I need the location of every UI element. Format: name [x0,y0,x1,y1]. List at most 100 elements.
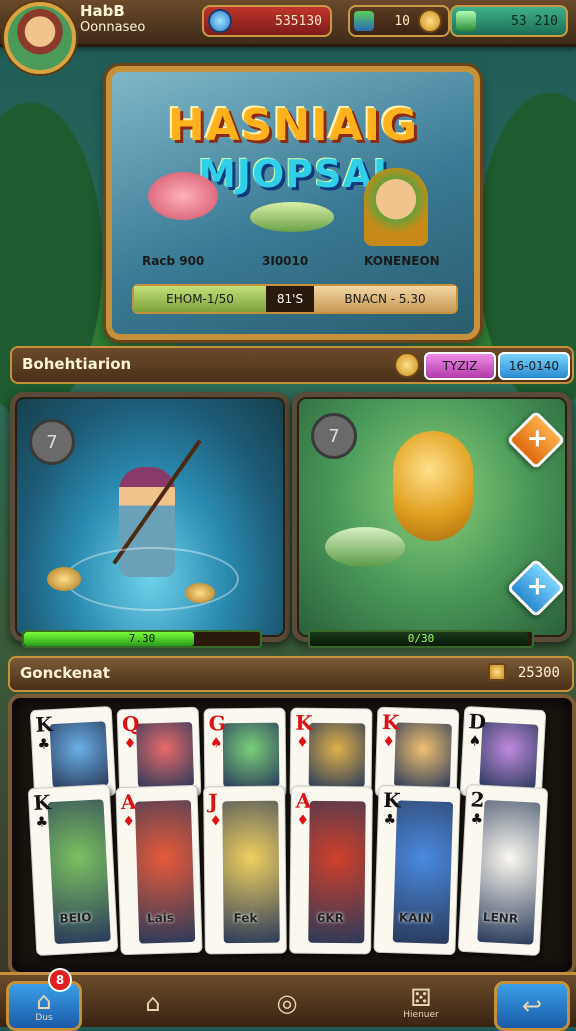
playing-card[interactable]: A ♦ 6KR [289,785,373,955]
card-art [308,722,366,788]
gem-icon [208,9,232,33]
plus-icon: + [526,571,549,602]
coin-pile-icon [185,583,215,603]
progress-bar-right: 0/30 [308,630,534,648]
back-arrow-icon: ↩ [521,992,543,1020]
card-suit: ♦ [296,812,310,829]
card-rank: A [120,789,137,815]
nav-dice-button[interactable]: ⚄ Hienuer [386,981,456,1025]
player-subtitle: Oonnaseo [80,20,146,35]
pink-fish-icon [148,172,218,220]
coin-icon [394,352,420,378]
banner-label-right: KONENEON [364,254,440,268]
top-bar: HabB Oonnaseo 535130 10 53 210 [0,0,576,74]
card-suit: ♣ [35,814,49,831]
card-hand-area: K ♣ Q ♦ G ♠ K ♦ K ♦ D ♠ K ♣ BEIO A ♦ Lais J ♦ Fek A ♦ 6KR K ♣ KAIN… [8,694,576,976]
game-panel-fishing[interactable]: 7 [10,392,290,642]
card-art [136,721,195,788]
card-suit: ♠ [209,735,223,752]
banner-label-center: 3I0010 [262,254,309,268]
coin-icon [488,663,506,681]
card-rank: G [208,711,226,736]
card-rank: 2 [470,787,486,812]
card-rank: Q [121,711,140,737]
bottom-navigation: ⌂ Dus ⌂ ◎ ⚄ Hienuer ↩ [0,972,576,1031]
banner-stat-center: 81'S [276,292,304,306]
gold-coin-icon [418,9,442,33]
playing-card[interactable]: 2 ♣ LENR [457,783,549,957]
golden-fish-icon [393,431,473,541]
game-panel-catch[interactable]: 7 + + [292,392,572,642]
card-rank: K [295,710,313,735]
playing-card[interactable]: J ♦ Fek [203,785,287,955]
card-suit: ♦ [382,733,396,751]
gem-counter[interactable]: 535130 [202,5,332,37]
premium-value: 53 210 [511,13,558,29]
card-name: KAIN [398,910,433,926]
nav-house-button[interactable]: ⌂ [118,981,188,1025]
card-rank: K [381,709,400,735]
add-blue-button[interactable]: + [506,558,566,618]
section-title-games: Bohehtiarion [22,355,132,373]
premium-counter[interactable]: 53 210 [450,5,568,37]
card-suit: ♣ [470,811,484,828]
nav-ring-button[interactable]: ◎ [252,981,322,1025]
ripple-water [65,547,239,611]
progress-label-left: 7.30 [128,632,156,645]
section-header-cards: Gonckenat 25300 [8,656,574,692]
card-rank: K [32,790,52,815]
house-icon: ⌂ [145,989,161,1017]
card-suit: ♦ [209,813,223,830]
gold-counter[interactable]: 10 [348,5,450,37]
gold-value: 10 [394,13,410,29]
card-rank: K [34,712,54,737]
card-suit: ♦ [296,734,309,751]
character-icon [364,168,428,246]
banner-stats-bar: EHOM-1/50 81'S BNACN - 5.30 [132,284,458,314]
banner-stat-right: BNACN - 5.30 [314,286,456,312]
nav-home-label: Dus [35,1013,53,1023]
card-suit: ♣ [383,811,397,829]
card-rank: A [295,788,312,813]
gem-value: 535130 [275,13,322,29]
dice-icon: ⚄ [410,984,432,1012]
ring-icon: ◎ [276,989,298,1017]
card-rank: J [208,789,218,814]
card-suit: ♦ [123,735,137,753]
featured-banner[interactable]: HASNIAIG MJOPSAI Racb 900 3I0010 KONENEO… [106,66,480,340]
cards-value: 25300 [517,665,560,681]
progress-bar-left: 7.30 [22,630,262,648]
card-suit: ♦ [122,813,136,831]
card-name: Fek [233,910,258,926]
add-orange-button[interactable]: + [506,410,566,470]
playing-card[interactable]: A ♦ Lais [115,784,203,956]
notification-badge: 8 [48,968,72,992]
banner-title-line1: HASNIAIG [167,100,419,151]
progress-fill-left [24,632,194,646]
nav-dice-label: Hienuer [403,1010,439,1020]
progress-label-right: 0/30 [407,632,435,645]
player-name: HabB [80,2,125,20]
card-art [479,721,539,789]
section-title-cards: Gonckenat [20,664,110,682]
playing-card[interactable]: K ♣ BEIO [27,783,119,957]
level-badge-icon: 7 [311,413,357,459]
green-fish-icon [250,202,334,232]
card-rank: K [382,787,401,813]
card-name: LENR [482,910,519,926]
green-fish-icon [325,527,405,567]
card-suit: ♠ [468,733,482,750]
card-rank: D [467,709,487,735]
player-avatar[interactable] [4,2,76,74]
banner-label-left: Racb 900 [142,254,205,268]
section-header-games: Bohehtiarion TYZIZ 16-0140 [10,346,574,384]
pink-pill-button[interactable]: TYZIZ [424,352,496,380]
card-name: 6KR [316,910,345,926]
plus-icon: + [526,423,549,454]
card-art [393,722,452,789]
shield-icon [354,11,374,31]
shield-gem-icon [456,11,476,31]
card-art [222,722,280,788]
blue-pill-button[interactable]: 16-0140 [498,352,570,380]
playing-card[interactable]: K ♣ KAIN [373,784,461,956]
